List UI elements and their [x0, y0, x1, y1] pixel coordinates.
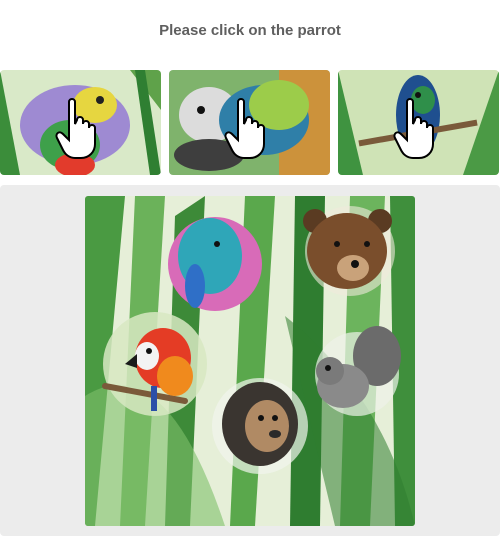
challenge-canvas[interactable] [85, 196, 415, 526]
example-image-1 [0, 70, 161, 175]
example-image-2 [169, 70, 330, 175]
parrot-icon[interactable] [102, 312, 207, 416]
elephant-icon[interactable] [168, 217, 262, 311]
prompt-title: Please click on the parrot [159, 22, 341, 39]
pointer-hand-icon [393, 98, 434, 159]
lion-icon[interactable] [212, 378, 308, 474]
pointer-hand-icon [224, 98, 265, 159]
pointer-hand-icon [55, 98, 96, 159]
example-image-3 [338, 70, 499, 175]
